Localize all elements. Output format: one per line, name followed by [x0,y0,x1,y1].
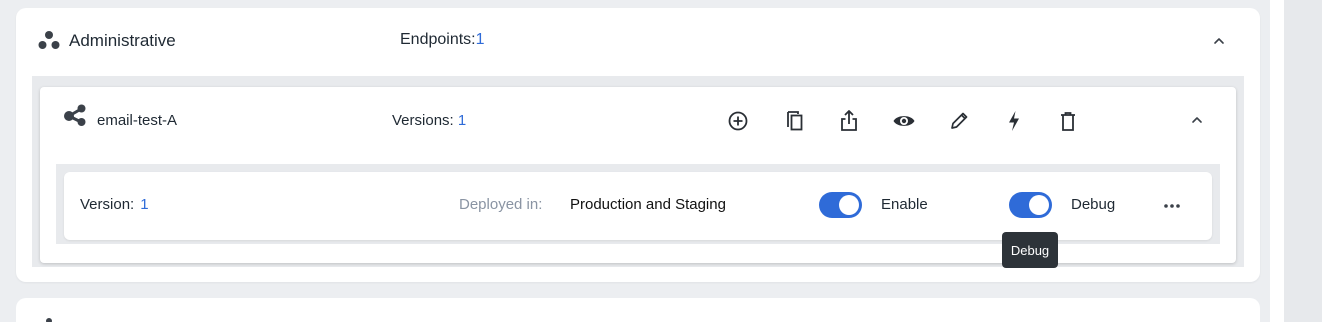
version-number-value: 1 [140,196,149,213]
chevron-up-icon[interactable] [1212,34,1226,48]
versions-label-text: Versions: [392,112,454,129]
delete-button[interactable] [1056,109,1080,133]
view-icon [893,116,915,126]
debug-label: Debug [1071,196,1116,213]
edit-button[interactable] [947,109,971,133]
share-icon [841,110,857,131]
test-button[interactable] [1002,109,1026,133]
more-options-button[interactable] [1160,194,1184,218]
toggle-knob [1029,195,1049,215]
copy-button[interactable] [783,109,807,133]
more-icon [1164,204,1180,208]
deployed-label: Deployed in: [459,196,543,213]
group-body: email-test-A Versions: 1 Version: 1 Depl… [32,76,1244,267]
share-button[interactable] [837,109,861,133]
scroll-rail[interactable] [1270,0,1284,322]
group-header[interactable]: Administrative Endpoints:1 [16,8,1260,74]
enable-toggle[interactable] [819,192,862,218]
share-nodes-icon [63,104,87,126]
version-label-text: Version: [80,196,135,213]
group-title: Administrative [69,31,176,50]
add-icon [728,111,748,131]
versions-count: Versions: 1 [392,112,466,129]
version-number: Version: 1 [80,196,149,213]
view-button[interactable] [892,109,916,133]
debug-toggle[interactable] [1009,192,1052,218]
versions-count-value: 1 [457,112,467,129]
endpoint-title[interactable]: email-test-A [97,112,177,129]
delete-icon [1061,112,1075,131]
endpoints-count-value: 1 [475,31,485,48]
group-card-next [16,298,1260,322]
group-icon [46,318,52,322]
edit-icon [951,112,968,129]
chevron-up-icon[interactable] [1190,113,1204,127]
enable-label: Enable [881,196,928,213]
version-row: Version: 1 Deployed in: Production and St… [64,172,1212,240]
endpoints-label-text: Endpoints: [400,31,476,48]
add-version-button[interactable] [726,109,750,133]
toggle-knob [839,195,859,215]
bolt-icon [1009,111,1019,131]
group-icon [38,30,60,50]
side-panel-background [1284,0,1322,322]
endpoints-count: Endpoints:1 [400,31,485,49]
group-card-administrative: Administrative Endpoints:1 email-test-A … [16,8,1260,282]
copy-icon [787,111,803,131]
debug-tooltip: Debug [1002,232,1058,268]
deployed-value: Production and Staging [570,196,726,213]
